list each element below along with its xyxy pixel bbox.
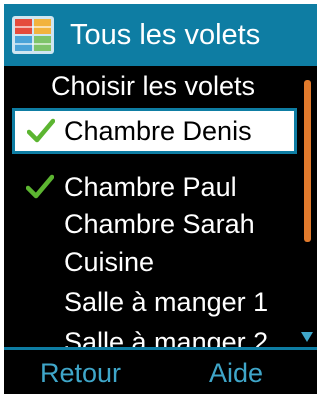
list-item-label: Chambre Denis bbox=[64, 116, 252, 146]
list-item-chambre-denis[interactable]: Chambre Denis bbox=[12, 108, 297, 154]
shutter-app-icon bbox=[12, 16, 54, 54]
title-bar: Tous les volets bbox=[4, 4, 317, 66]
window-title: Tous les volets bbox=[70, 19, 261, 51]
list-item-label: Chambre Paul bbox=[64, 172, 237, 202]
softkey-bar: Retour Aide bbox=[4, 350, 317, 394]
device: Tous les volets Choisir les volets Chamb… bbox=[0, 0, 321, 398]
list-item-label: Salle à manger 1 bbox=[64, 287, 269, 317]
list-item-salle-a-manger-1[interactable]: Salle à manger 1 bbox=[4, 283, 304, 321]
back-softkey[interactable]: Retour bbox=[40, 356, 121, 390]
list-item-chambre-paul[interactable]: Chambre Paul bbox=[4, 168, 304, 206]
list-item-label: Chambre Sarah bbox=[64, 209, 255, 239]
checkmark-icon bbox=[25, 174, 55, 200]
scrollbar-thumb[interactable] bbox=[304, 80, 311, 242]
help-softkey[interactable]: Aide bbox=[209, 356, 263, 390]
section-heading: Choisir les volets bbox=[50, 71, 256, 101]
list-item-cuisine[interactable]: Cuisine bbox=[4, 243, 304, 281]
checkmark-icon bbox=[26, 118, 56, 144]
list-item-chambre-sarah[interactable]: Chambre Sarah bbox=[4, 205, 304, 243]
list-item-label: Cuisine bbox=[64, 247, 155, 277]
scroll-down-arrow-icon bbox=[300, 330, 314, 342]
screen: Tous les volets Choisir les volets Chamb… bbox=[4, 4, 317, 394]
